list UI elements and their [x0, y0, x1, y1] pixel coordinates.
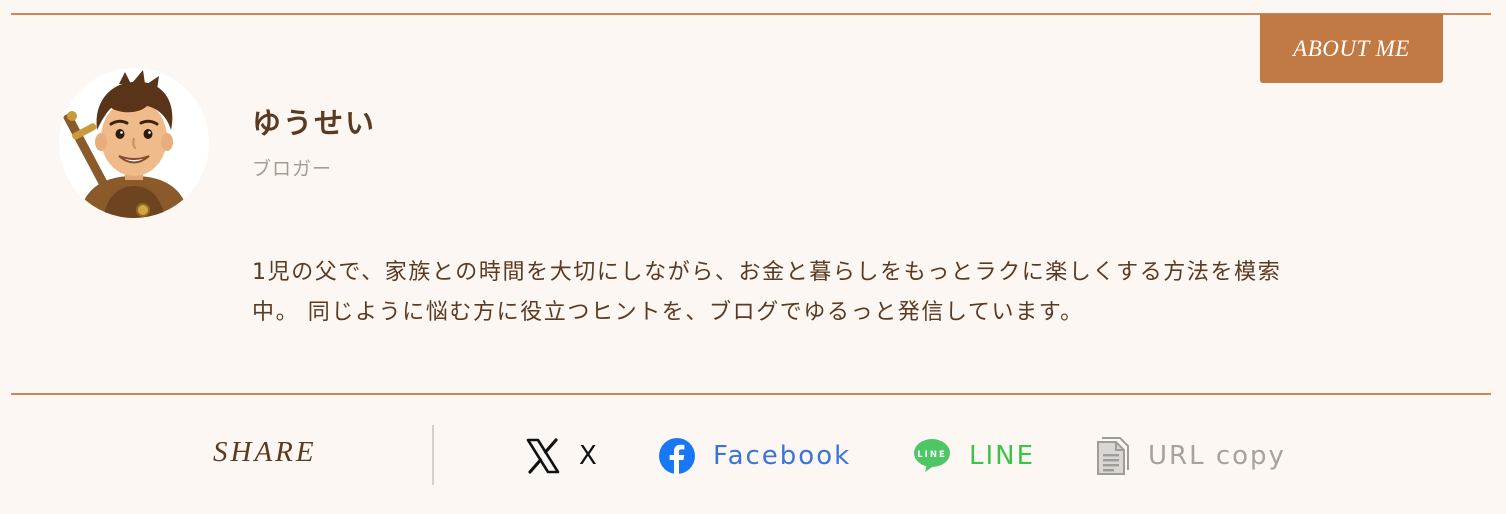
svg-text:LINE: LINE	[917, 450, 947, 460]
share-divider-line	[11, 393, 1491, 395]
bio-line-2: 中。 同じように悩む方に役立つヒントを、ブログでゆるっと発信しています。	[252, 300, 1084, 325]
x-logo-icon	[525, 438, 561, 474]
share-facebook-label: Facebook	[713, 441, 852, 471]
share-facebook-button[interactable]: Facebook	[659, 434, 851, 478]
author-role: ブロガー	[252, 158, 333, 180]
about-me-label: ABOUT ME	[1293, 35, 1410, 61]
about-me-badge: ABOUT ME	[1260, 14, 1443, 83]
bio-line-1: 1児の父で、家族との時間を大切にしながら、お金と暮らしをもっとラクに楽しくする方…	[252, 260, 1282, 285]
line-icon: LINE	[913, 438, 951, 474]
share-label: SHARE	[213, 436, 317, 468]
copy-url-button[interactable]: URL copy	[1096, 434, 1286, 478]
share-line-button[interactable]: LINE LINE	[913, 434, 1035, 478]
document-copy-icon	[1096, 436, 1130, 476]
share-x-button[interactable]: X	[525, 434, 599, 478]
copy-url-label: URL copy	[1148, 441, 1286, 471]
share-x-label: X	[579, 441, 599, 471]
share-line-label: LINE	[969, 441, 1036, 471]
avatar	[59, 68, 209, 218]
facebook-icon	[659, 438, 695, 474]
author-name: ゆうせい	[252, 106, 377, 140]
avatar-illustration	[59, 68, 209, 218]
author-bio: 1児の父で、家族との時間を大切にしながら、お金と暮らしをもっとラクに楽しくする方…	[252, 253, 1447, 333]
share-vertical-divider	[432, 425, 434, 485]
author-profile-card: ABOUT ME ゆうせい ブロガー 1児の父で、家族との時間を大切にしながら、…	[0, 0, 1506, 514]
